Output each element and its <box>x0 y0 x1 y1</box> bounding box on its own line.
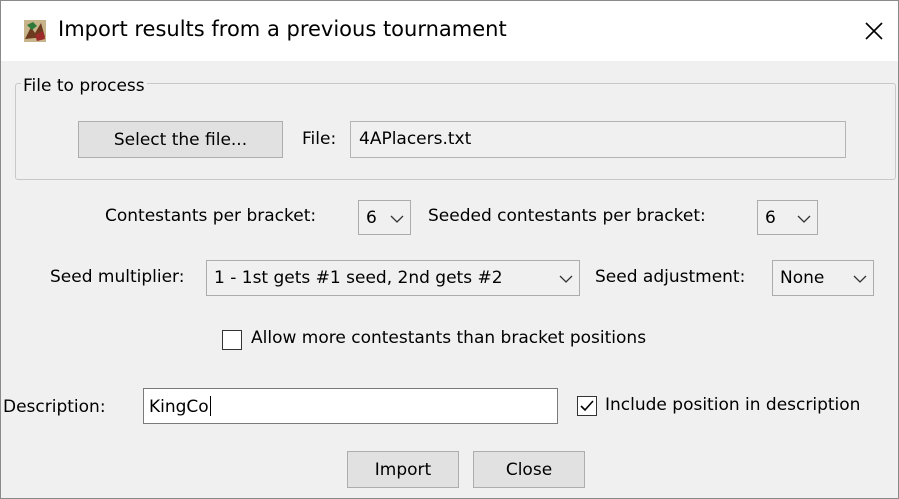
file-label: File: <box>302 129 337 149</box>
contestants-per-bracket-label: Contestants per bracket: <box>105 206 317 226</box>
app-icon <box>23 19 47 43</box>
include-position-label: Include position in description <box>605 395 861 415</box>
seed-adjustment-value: None <box>780 268 825 288</box>
contestants-per-bracket-select[interactable]: 6 <box>358 200 411 235</box>
title-bar: Import results from a previous tournamen… <box>1 1 898 61</box>
seeded-contestants-label: Seeded contestants per bracket: <box>428 206 706 226</box>
chevron-down-icon <box>797 215 811 223</box>
contestants-per-bracket-value: 6 <box>366 207 377 228</box>
seed-multiplier-select[interactable]: 1 - 1st gets #1 seed, 2nd gets #2 <box>206 260 580 296</box>
checkmark-icon <box>580 400 594 412</box>
close-button[interactable]: Close <box>473 451 585 488</box>
file-group-title: File to process <box>21 76 147 96</box>
allow-more-contestants-checkbox[interactable] <box>222 330 242 350</box>
import-button[interactable]: Import <box>347 451 459 488</box>
chevron-down-icon <box>559 275 573 283</box>
window-title: Import results from a previous tournamen… <box>58 17 507 41</box>
description-value: KingCo <box>149 397 209 417</box>
file-field: 4APlacers.txt <box>350 121 846 158</box>
chevron-down-icon <box>853 275 867 283</box>
select-file-button[interactable]: Select the file... <box>78 121 283 158</box>
seed-adjustment-label: Seed adjustment: <box>595 267 746 287</box>
chevron-down-icon <box>390 215 404 223</box>
description-input[interactable]: KingCo <box>143 388 558 424</box>
allow-more-contestants-label: Allow more contestants than bracket posi… <box>251 328 647 348</box>
import-dialog: Import results from a previous tournamen… <box>0 0 899 499</box>
description-label: Description: <box>3 397 106 417</box>
seeded-contestants-value: 6 <box>765 207 776 228</box>
seeded-contestants-select[interactable]: 6 <box>757 200 818 235</box>
include-position-checkbox[interactable] <box>577 396 597 416</box>
seed-multiplier-label: Seed multiplier: <box>50 267 185 287</box>
text-caret <box>209 396 211 416</box>
close-icon[interactable] <box>854 11 894 51</box>
seed-multiplier-value: 1 - 1st gets #1 seed, 2nd gets #2 <box>214 268 503 288</box>
seed-adjustment-select[interactable]: None <box>772 260 874 296</box>
